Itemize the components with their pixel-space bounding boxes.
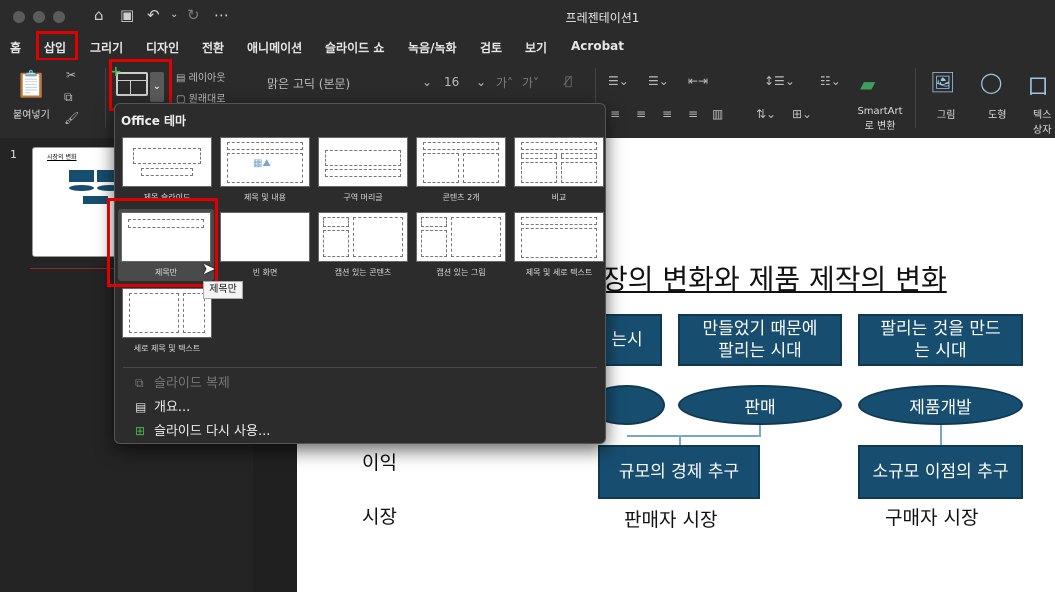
layout-section-header[interactable]: 구역 머리글 xyxy=(318,137,408,209)
tab-slideshow[interactable]: 슬라이드 쇼 xyxy=(325,39,384,56)
tab-animations[interactable]: 애니메이션 xyxy=(247,39,302,56)
duplicate-icon: ⧉ xyxy=(135,376,144,390)
font-name-select[interactable]: 맑은 고딕 (본문) ⌄ xyxy=(261,72,436,94)
clear-format-icon[interactable]: 가̸ xyxy=(565,74,572,88)
paste-icon[interactable]: 📋 xyxy=(15,70,47,100)
align-text-icon[interactable]: ⊞⌄ xyxy=(792,107,812,121)
powerpoint-window: ⌂ ▣ ↶ ⌄ ↻ ⋯ 프레젠테이션1 홈 삽입 그리기 디자인 전환 애니메이… xyxy=(0,0,1055,592)
layout-comparison[interactable]: 비교 xyxy=(514,137,604,209)
row-label-market[interactable]: 시장 xyxy=(362,502,397,529)
layout-picture-caption[interactable]: 캡션 있는 그림 xyxy=(416,212,506,284)
distribute-icon[interactable]: ▥ xyxy=(712,107,723,121)
shapes-icon[interactable]: ◯ xyxy=(980,70,1002,94)
tab-design[interactable]: 디자인 xyxy=(146,39,179,56)
tab-recording[interactable]: 녹음/녹화 xyxy=(408,39,457,56)
box-era-3[interactable]: 팔리는 것을 만드 는 시대 xyxy=(858,314,1023,366)
ellipse-sales[interactable]: 판매 xyxy=(678,385,842,425)
textbox-icon[interactable]: 囗 xyxy=(1028,70,1048,99)
tab-view[interactable]: 보기 xyxy=(525,39,547,56)
textbox-label[interactable]: 텍스 상자 xyxy=(1033,106,1051,136)
tab-transitions[interactable]: 전환 xyxy=(202,39,224,56)
justify-icon[interactable]: ≡ xyxy=(688,107,698,121)
decrease-font-icon[interactable]: 가˅ xyxy=(522,74,539,91)
cut-icon[interactable]: ✂ xyxy=(66,68,76,82)
align-left-icon[interactable]: ≡ xyxy=(610,107,620,121)
mouse-cursor-icon: ➤ xyxy=(202,259,216,278)
layout-blank[interactable]: 빈 화면 xyxy=(220,212,310,284)
chevron-down-icon: ⌄ xyxy=(475,75,486,89)
picture-label[interactable]: 그림 xyxy=(937,106,955,121)
align-center-icon[interactable]: ≡ xyxy=(636,107,646,121)
tab-acrobat[interactable]: Acrobat xyxy=(571,39,624,53)
layout-two-content[interactable]: 콘텐츠 2개 xyxy=(416,137,506,209)
ellipse-product-dev[interactable]: 제품개발 xyxy=(858,385,1023,425)
align-right-icon[interactable]: ≡ xyxy=(662,107,672,121)
tab-home[interactable]: 홈 xyxy=(10,39,21,56)
text-direction-icon[interactable]: ⇅⌄ xyxy=(756,107,776,121)
tab-draw[interactable]: 그리기 xyxy=(90,39,123,56)
smartart-label[interactable]: SmartArt 로 변환 xyxy=(855,106,905,132)
increase-font-icon[interactable]: 가˄ xyxy=(496,74,513,91)
seller-market-label[interactable]: 판매자 시장 xyxy=(624,505,717,532)
layout-title-vertical-text[interactable]: 제목 및 세로 텍스트 xyxy=(514,212,604,284)
ribbon-tab-bar: 홈 삽입 그리기 디자인 전환 애니메이션 슬라이드 쇼 녹음/녹화 검토 보기… xyxy=(0,33,1055,60)
content-placeholder-icon: ▦⛰ xyxy=(253,158,271,169)
copy-icon[interactable]: ⧉ xyxy=(64,90,73,105)
layout-icon: ▤ xyxy=(176,73,189,84)
title-bar: ⌂ ▣ ↶ ⌄ ↻ ⋯ 프레젠테이션1 xyxy=(0,0,1055,33)
window-title: 프레젠테이션1 xyxy=(565,11,640,25)
outline-item[interactable]: ▤ 개요... xyxy=(135,396,190,415)
paste-label[interactable]: 붙여넣기 xyxy=(13,106,50,121)
smartart-icon[interactable]: ▰ xyxy=(860,72,875,96)
font-size-select[interactable]: 16 ⌄ xyxy=(440,72,490,94)
layout-content-caption[interactable]: 캡션 있는 콘텐츠 xyxy=(318,212,408,284)
box-small-scale[interactable]: 소규모 이점의 추구 xyxy=(858,445,1023,499)
slide-number: 1 xyxy=(10,148,17,161)
indent-icon[interactable]: ⇤⇥ xyxy=(688,74,708,88)
format-painter-icon[interactable]: 🖌 xyxy=(64,111,79,125)
box-economy-scale[interactable]: 규모의 경제 추구 xyxy=(598,445,760,499)
line-spacing-icon[interactable]: ↕☰⌄ xyxy=(764,74,795,88)
columns-icon[interactable]: ☷⌄ xyxy=(820,74,841,88)
duplicate-slide-item[interactable]: ⧉ 슬라이드 복제 xyxy=(135,372,230,391)
thumbnail-title: 시장의 변화 xyxy=(47,154,77,161)
bullets-icon[interactable]: ☰⌄ xyxy=(608,74,629,88)
box-era-2[interactable]: 만들었기 때문에 팔리는 시대 xyxy=(678,314,842,366)
layout-button[interactable]: ▤ 레이아웃 xyxy=(176,69,225,84)
reuse-slides-item[interactable]: ⊞ 슬라이드 다시 사용... xyxy=(135,420,270,439)
tooltip: 제목만 xyxy=(203,281,243,299)
shapes-label[interactable]: 도형 xyxy=(988,106,1006,121)
layout-title-content[interactable]: ▦⛰ 제목 및 내용 xyxy=(220,137,310,209)
numbering-icon[interactable]: ☰⌄ xyxy=(648,74,669,88)
buyer-market-label[interactable]: 구매자 시장 xyxy=(885,503,978,530)
layout-vertical-title-text[interactable]: 세로 제목 및 텍스트 xyxy=(122,288,212,360)
insert-tab-highlight xyxy=(36,31,78,61)
menu-header: Office 테마 xyxy=(121,114,187,128)
tab-review[interactable]: 검토 xyxy=(480,39,502,56)
picture-icon[interactable]: 🖼 xyxy=(930,70,955,94)
row-label-profit[interactable]: 이익 xyxy=(362,448,397,475)
outline-icon: ▤ xyxy=(135,400,147,414)
chevron-down-icon: ⌄ xyxy=(421,75,432,89)
slide-title[interactable]: 장의 변화와 제품 제작의 변화 xyxy=(602,258,947,298)
reuse-icon: ⊞ xyxy=(135,424,146,438)
